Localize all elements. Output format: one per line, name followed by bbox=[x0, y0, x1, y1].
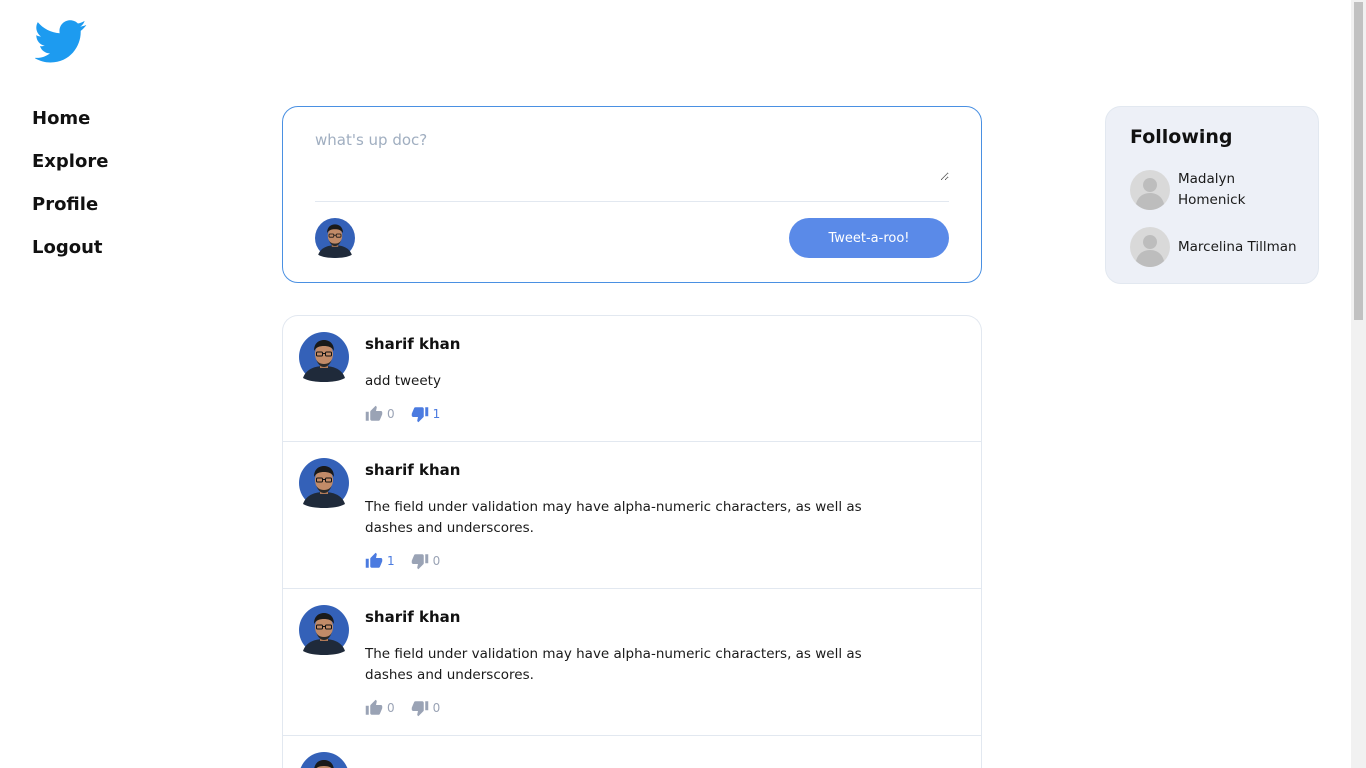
tweet-author[interactable]: sharif khan bbox=[365, 607, 961, 627]
tweet-actions: 1 0 bbox=[365, 552, 961, 570]
tweet-item: sharif khan The field under validation m… bbox=[283, 442, 981, 589]
following-panel: Following Madalyn Homenick Marcelina Til… bbox=[1105, 106, 1319, 284]
like-button[interactable]: 0 bbox=[365, 699, 395, 717]
tweet-input[interactable] bbox=[315, 131, 949, 181]
tweet-item bbox=[283, 736, 981, 768]
like-count: 0 bbox=[387, 701, 395, 715]
avatar[interactable] bbox=[299, 605, 349, 655]
following-user[interactable]: Marcelina Tillman bbox=[1130, 227, 1298, 267]
dislike-count: 0 bbox=[432, 701, 441, 715]
like-count: 1 bbox=[387, 554, 395, 568]
like-button[interactable]: 0 bbox=[365, 405, 395, 423]
tweet-composer: Tweet-a-roo! bbox=[282, 106, 982, 283]
tweet-author[interactable]: sharif khan bbox=[365, 334, 961, 354]
avatar bbox=[1130, 227, 1170, 267]
like-count: 0 bbox=[387, 407, 395, 421]
tweet-submit-button[interactable]: Tweet-a-roo! bbox=[789, 218, 949, 258]
like-button[interactable]: 1 bbox=[365, 552, 395, 570]
page: Home Explore Profile Logout Tweet-a-roo!… bbox=[0, 0, 1366, 768]
tweet-actions: 0 0 bbox=[365, 699, 961, 717]
thumbs-up-icon bbox=[365, 405, 383, 423]
dislike-count: 0 bbox=[432, 554, 441, 568]
thumbs-up-icon bbox=[365, 699, 383, 717]
dislike-count: 1 bbox=[432, 407, 441, 421]
scrollbar-thumb[interactable] bbox=[1354, 2, 1363, 320]
tweet-actions: 0 1 bbox=[365, 405, 961, 423]
avatar[interactable] bbox=[299, 458, 349, 508]
dislike-button[interactable]: 1 bbox=[411, 405, 441, 423]
nav-profile[interactable]: Profile bbox=[32, 194, 108, 237]
thumbs-down-icon bbox=[411, 552, 429, 570]
page-scrollbar[interactable] bbox=[1351, 0, 1366, 768]
following-title: Following bbox=[1130, 126, 1233, 148]
nav-home[interactable]: Home bbox=[32, 108, 108, 151]
tweet-text: The field under validation may have alph… bbox=[365, 499, 862, 536]
avatar bbox=[315, 218, 355, 258]
following-user[interactable]: Madalyn Homenick bbox=[1130, 169, 1268, 211]
following-user-name: Marcelina Tillman bbox=[1178, 238, 1297, 255]
following-user-name: Madalyn Homenick bbox=[1178, 171, 1246, 208]
main-nav: Home Explore Profile Logout bbox=[32, 108, 108, 280]
tweet-feed[interactable]: sharif khan add tweety 0 1 sharif khan T… bbox=[282, 315, 982, 768]
tweet-text: add tweety bbox=[365, 373, 441, 389]
dislike-button[interactable]: 0 bbox=[411, 552, 441, 570]
nav-explore[interactable]: Explore bbox=[32, 151, 108, 194]
twitter-bird-icon[interactable] bbox=[34, 15, 87, 67]
thumbs-down-icon bbox=[411, 405, 429, 423]
tweet-author[interactable]: sharif khan bbox=[365, 460, 961, 480]
tweet-item: sharif khan add tweety 0 1 bbox=[283, 316, 981, 442]
tweet-text: The field under validation may have alph… bbox=[365, 646, 862, 683]
thumbs-down-icon bbox=[411, 699, 429, 717]
thumbs-up-icon bbox=[365, 552, 383, 570]
tweet-item: sharif khan The field under validation m… bbox=[283, 589, 981, 736]
dislike-button[interactable]: 0 bbox=[411, 699, 441, 717]
nav-logout[interactable]: Logout bbox=[32, 237, 108, 280]
avatar bbox=[1130, 170, 1170, 210]
composer-divider bbox=[315, 201, 949, 202]
avatar[interactable] bbox=[299, 752, 349, 768]
avatar[interactable] bbox=[299, 332, 349, 382]
